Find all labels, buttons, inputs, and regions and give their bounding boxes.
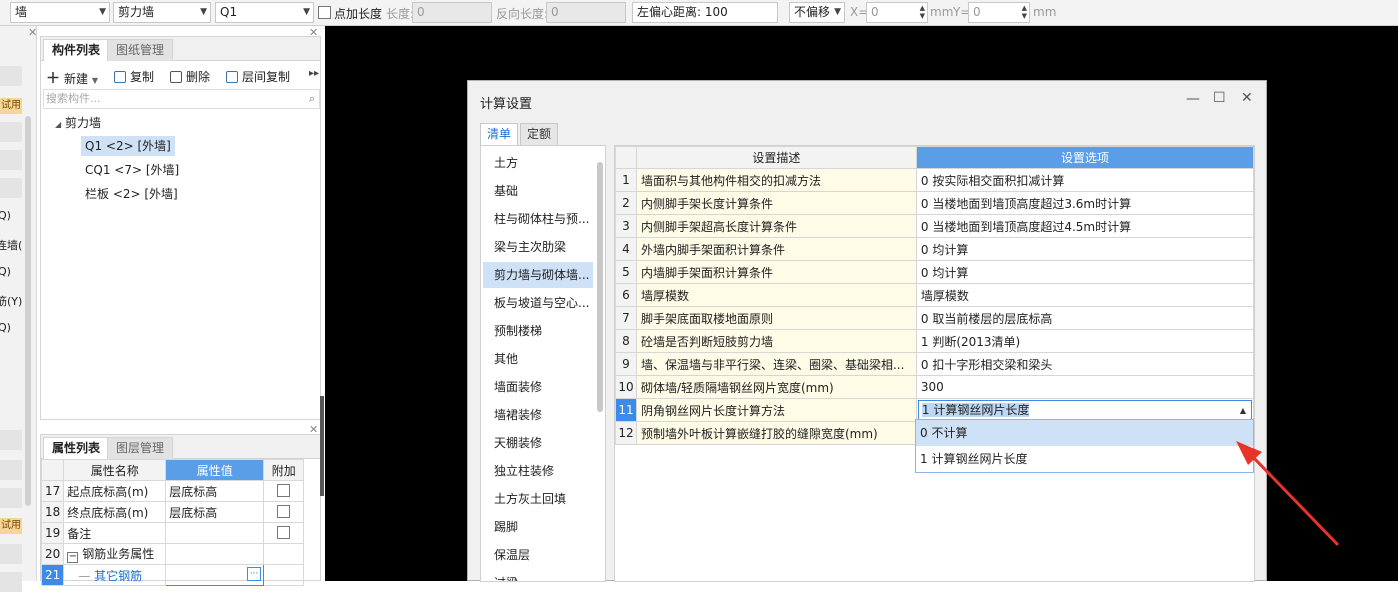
annotation-arrow-icon: [1236, 441, 1340, 547]
